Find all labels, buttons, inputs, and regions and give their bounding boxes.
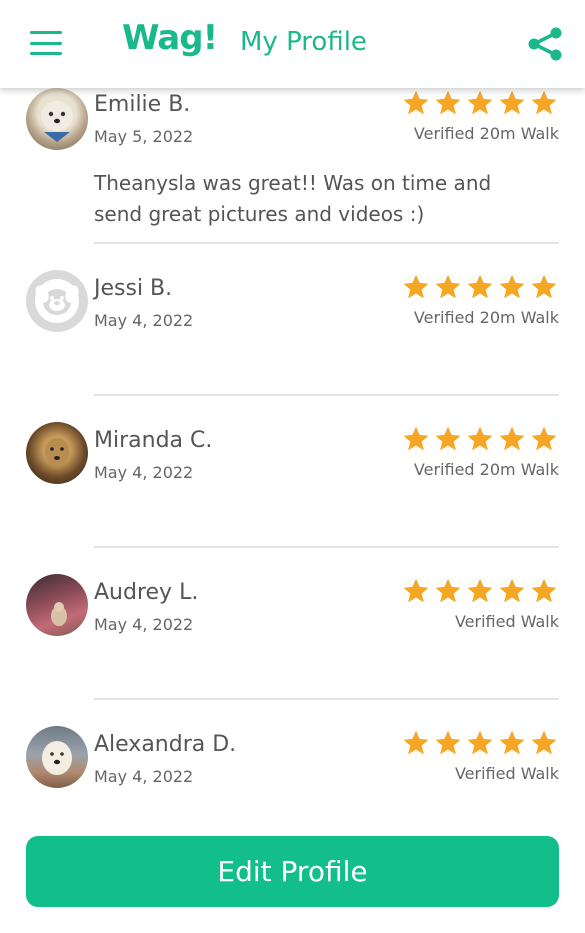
star-icon: [403, 578, 429, 603]
walk-type-label: Verified 20m Walk: [413, 124, 559, 143]
top-app-bar: Wag! My Profile: [0, 0, 585, 88]
star-rating: [402, 425, 558, 453]
avatar: [26, 88, 88, 150]
walk-type-label: Verified Walk: [454, 612, 559, 631]
star-icon: [499, 730, 525, 755]
star-rating: [402, 89, 558, 117]
avatar: [26, 726, 88, 788]
star-icon: [531, 90, 557, 115]
star-icon: [435, 730, 461, 755]
star-icon: [435, 426, 461, 451]
avatar: [26, 270, 88, 332]
dog-photo-icon: [45, 438, 69, 466]
star-icon: [467, 578, 493, 603]
star-icon: [467, 426, 493, 451]
share-icon[interactable]: [526, 27, 564, 61]
reviewer-name: Jessi B.: [94, 276, 173, 301]
edit-profile-button[interactable]: Edit Profile: [26, 836, 559, 907]
star-icon: [531, 578, 557, 603]
review-date: May 5, 2022: [94, 127, 194, 146]
star-icon: [467, 274, 493, 299]
reviewer-name: Emilie B.: [94, 92, 191, 117]
star-icon: [531, 274, 557, 299]
avatar: [26, 574, 88, 636]
star-rating: [402, 273, 558, 301]
divider: [94, 698, 559, 700]
star-icon: [435, 578, 461, 603]
review-date: May 4, 2022: [94, 463, 194, 482]
star-rating: [402, 577, 558, 605]
dog-photo-icon: [41, 101, 73, 142]
review-date: May 4, 2022: [94, 767, 194, 786]
walk-type-label: Verified 20m Walk: [413, 308, 559, 327]
dog-photo-icon: [42, 741, 72, 775]
avatar: [26, 422, 88, 484]
walk-type-label: Verified 20m Walk: [413, 460, 559, 479]
reviewer-name: Alexandra D.: [94, 732, 237, 757]
star-icon: [531, 730, 557, 755]
star-icon: [467, 90, 493, 115]
star-icon: [531, 426, 557, 451]
review-date: May 4, 2022: [94, 311, 194, 330]
reviewer-name: Audrey L.: [94, 580, 199, 605]
review-comment: Theanysla was great!! Was on time and se…: [94, 171, 492, 226]
review-date: May 4, 2022: [94, 615, 194, 634]
divider: [94, 546, 559, 548]
star-rating: [402, 729, 558, 757]
star-icon: [403, 274, 429, 299]
wag-logo: Wag!: [122, 18, 218, 58]
default-dog-avatar-icon: [35, 279, 79, 323]
star-icon: [435, 274, 461, 299]
star-icon: [499, 274, 525, 299]
divider: [94, 242, 559, 244]
divider: [94, 394, 559, 396]
star-icon: [403, 90, 429, 115]
star-icon: [499, 90, 525, 115]
star-icon: [499, 578, 525, 603]
reviewer-name: Miranda C.: [94, 428, 213, 453]
star-icon: [499, 426, 525, 451]
star-icon: [403, 730, 429, 755]
dog-photo-icon: [51, 602, 67, 626]
star-icon: [467, 730, 493, 755]
star-icon: [435, 90, 461, 115]
hamburger-menu-icon[interactable]: [30, 31, 62, 55]
star-icon: [403, 426, 429, 451]
page-title: My Profile: [240, 27, 367, 57]
walk-type-label: Verified Walk: [454, 764, 559, 783]
